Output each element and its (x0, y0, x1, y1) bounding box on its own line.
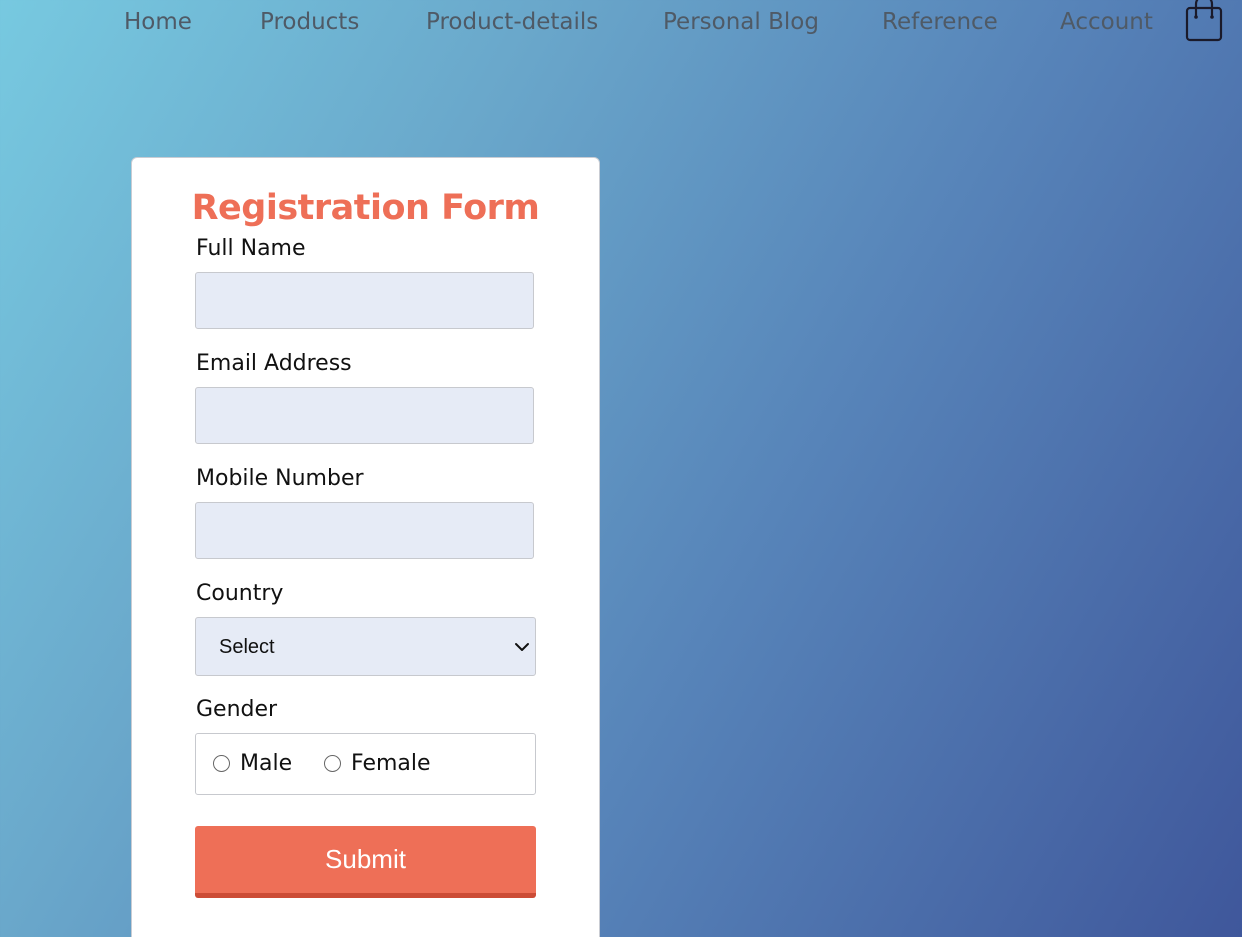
mobile-input[interactable] (195, 502, 534, 559)
email-input[interactable] (195, 387, 534, 444)
nav-link-products[interactable]: Products (260, 6, 359, 38)
nav-link-home[interactable]: Home (124, 6, 192, 38)
nav-link-reference[interactable]: Reference (882, 6, 998, 38)
registration-card: Registration Form Full Name Email Addres… (131, 157, 600, 937)
nav-link-account[interactable]: Account (1060, 6, 1153, 38)
full-name-input[interactable] (195, 272, 534, 329)
mobile-label: Mobile Number (196, 466, 364, 491)
country-label: Country (196, 581, 284, 606)
gender-female-label[interactable]: Female (351, 749, 431, 779)
country-select-value: Select (219, 636, 275, 658)
full-name-label: Full Name (196, 236, 306, 261)
nav-link-product-details[interactable]: Product-details (426, 6, 598, 38)
form-title: Registration Form (191, 188, 540, 228)
gender-male-radio[interactable] (213, 755, 230, 772)
gender-female-radio[interactable] (324, 755, 341, 772)
shopping-bag-icon[interactable] (1184, 0, 1224, 42)
gender-male-label[interactable]: Male (240, 749, 292, 779)
submit-button[interactable]: Submit (195, 826, 536, 898)
email-label: Email Address (196, 351, 352, 376)
country-select[interactable]: Select (195, 617, 536, 676)
nav-link-personal-blog[interactable]: Personal Blog (663, 6, 819, 38)
gender-label: Gender (196, 697, 278, 722)
gender-radio-group: Male Female (195, 733, 536, 795)
top-navigation: Home Products Product-details Personal B… (0, 0, 1242, 46)
chevron-down-icon (515, 643, 529, 651)
